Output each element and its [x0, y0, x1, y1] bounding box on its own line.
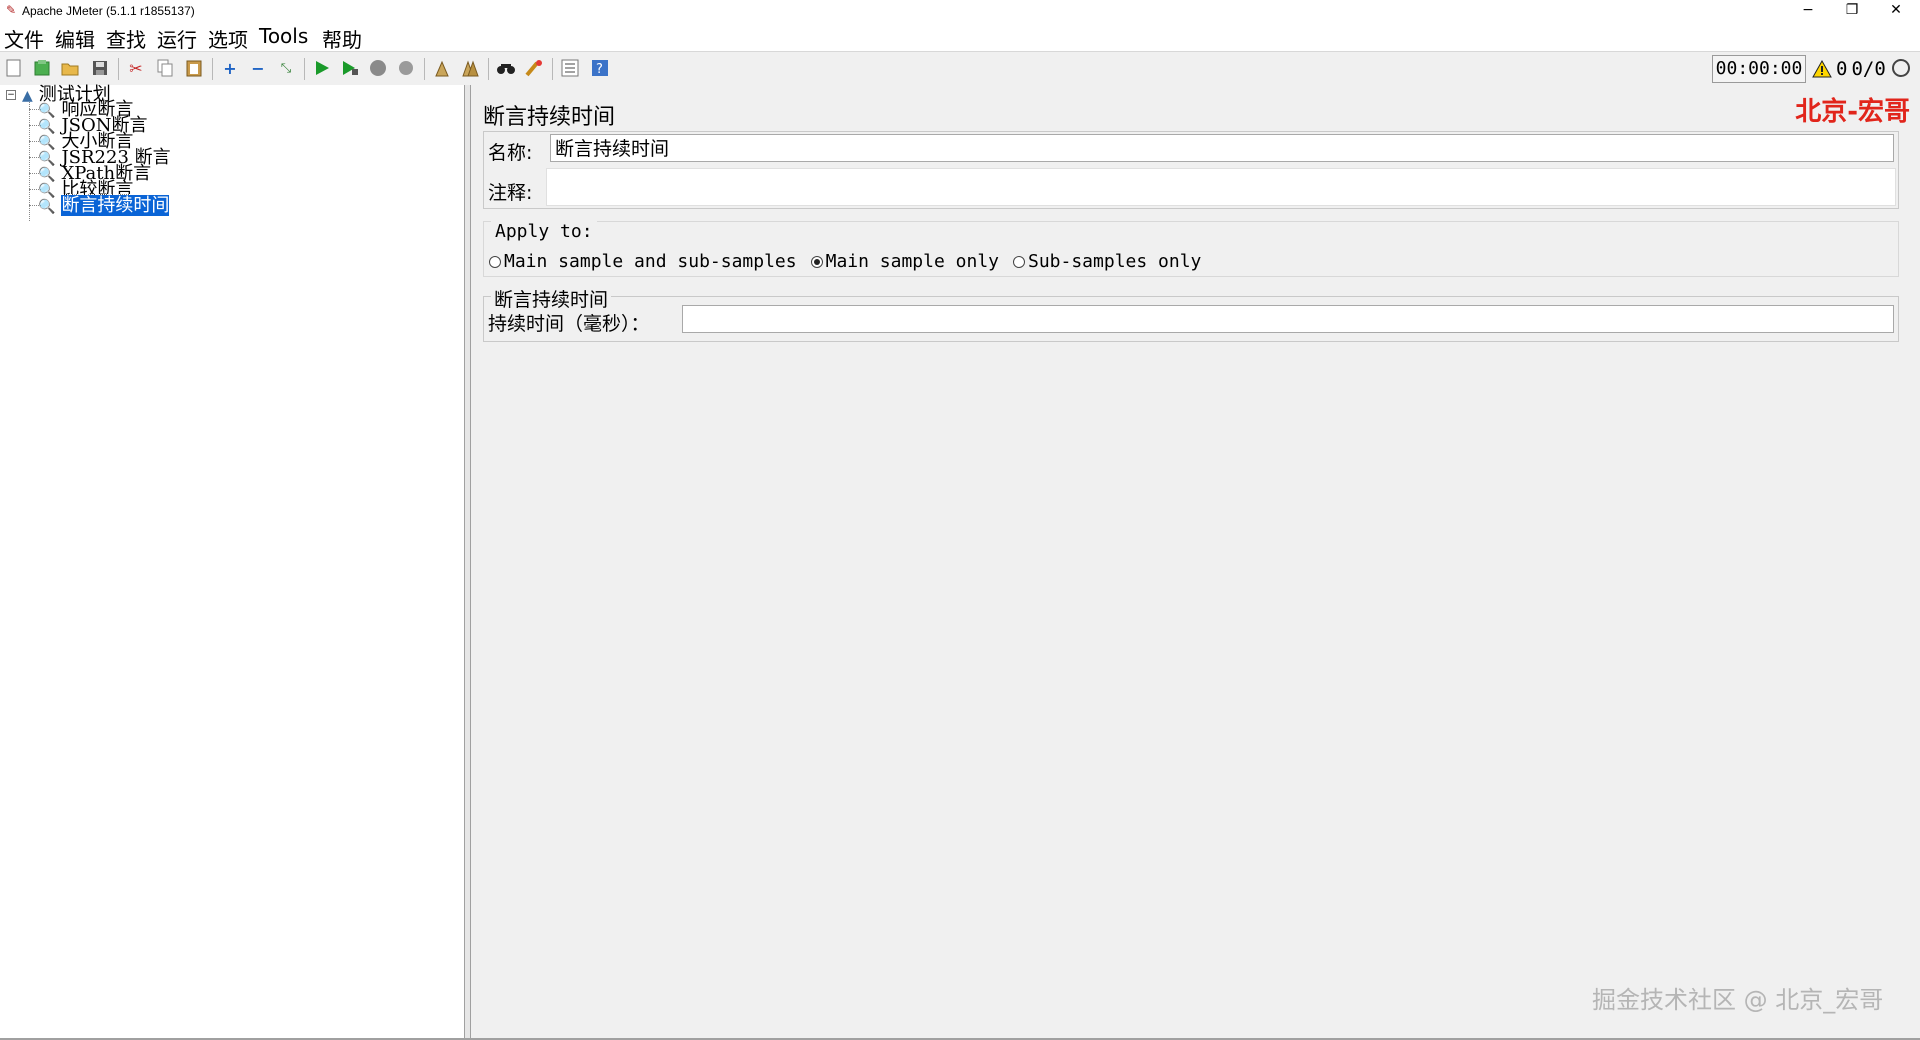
name-label: 名称: [488, 142, 533, 164]
magnifier-icon: 🔍 [38, 183, 56, 199]
duration-group: 持续时间（毫秒）： [483, 296, 1899, 342]
copy-icon[interactable] [155, 58, 175, 78]
reset-search-icon[interactable] [524, 58, 544, 78]
magnifier-icon: 🔍 [38, 135, 56, 151]
magnifier-icon: 🔍 [38, 167, 56, 183]
window-title: Apache JMeter (5.1.1 r1855137) [22, 4, 195, 18]
duration-label: 持续时间（毫秒）： [488, 313, 650, 335]
name-comment-group: 名称: 断言持续时间 注释: [483, 131, 1899, 209]
open-icon[interactable] [60, 58, 80, 78]
active-threads: 0/0 [1851, 58, 1886, 80]
magnifier-icon: 🔍 [38, 119, 56, 135]
menu-run[interactable]: 运行 [157, 24, 197, 53]
clear-icon[interactable] [432, 58, 452, 78]
start-icon[interactable] [312, 58, 332, 78]
menu-tools[interactable]: Tools [259, 24, 308, 48]
minimize-button[interactable]: − [1786, 0, 1830, 22]
paste-icon[interactable] [184, 58, 204, 78]
menu-bar: 文件 编辑 查找 运行 选项 Tools 帮助 [0, 22, 1920, 53]
cut-icon[interactable]: ✂ [126, 58, 146, 78]
collapse-icon[interactable]: − [248, 58, 268, 78]
radio-main-and-sub-label[interactable]: Main sample and sub-samples [504, 251, 797, 272]
apply-to-label: Apply to: [491, 221, 597, 242]
author-watermark: 北京-宏哥 [1795, 97, 1910, 127]
test-plan-icon: ▲ [22, 88, 33, 104]
expand-icon[interactable]: + [220, 58, 240, 78]
magnifier-icon: 🔍 [38, 151, 56, 167]
toggle-icon[interactable]: ⤡ [276, 58, 296, 78]
elapsed-timer: 00:00:00 [1712, 55, 1806, 83]
warning-indicator[interactable]: 0 0/0 [1812, 56, 1886, 82]
footer-watermark: 掘金技术社区 @ 北京_宏哥 [1592, 986, 1884, 1014]
comment-label: 注释: [488, 182, 533, 204]
collapse-toggle-icon[interactable]: − [6, 90, 16, 100]
menu-edit[interactable]: 编辑 [55, 24, 95, 53]
save-icon[interactable] [90, 58, 110, 78]
magnifier-icon: 🔍 [38, 199, 56, 215]
radio-main-only[interactable] [810, 255, 823, 268]
radio-sub-only[interactable] [1013, 255, 1025, 268]
menu-help[interactable]: 帮助 [322, 24, 362, 53]
title-bar: ✎ Apache JMeter (5.1.1 r1855137) − ❐ ✕ [0, 0, 1920, 22]
clear-all-icon[interactable] [460, 58, 480, 78]
jmeter-feather-icon: ✎ [6, 3, 17, 17]
page-title: 断言持续时间 [483, 105, 616, 130]
duration-section-title: 断言持续时间 [491, 285, 612, 312]
menu-options[interactable]: 选项 [208, 24, 248, 53]
radio-sub-only-label[interactable]: Sub-samples only [1028, 251, 1201, 272]
assertion-editor-panel: 断言持续时间 北京-宏哥 名称: 断言持续时间 注释: Apply to: Ma… [471, 85, 1920, 1040]
close-button[interactable]: ✕ [1874, 0, 1918, 22]
start-no-pause-icon[interactable] [340, 58, 360, 78]
test-plan-tree: − ▲ 测试计划 🔍 响应断言 🔍 JSON断言 🔍 大小断言 🔍 JSR223 断言 🔍 X… [0, 85, 465, 1040]
toolbar: ✂ + − ⤡ ? 00:00:00 0 0/0 [0, 51, 1920, 86]
menu-file[interactable]: 文件 [4, 24, 44, 53]
help-icon[interactable]: ? [590, 58, 610, 78]
templates-icon[interactable] [32, 58, 52, 78]
comment-field[interactable] [546, 168, 1896, 206]
svg-text:?: ? [596, 62, 603, 77]
apply-to-options: Main sample and sub-samples Main sample … [489, 251, 1215, 272]
new-icon[interactable] [4, 58, 24, 78]
duration-input[interactable] [682, 305, 1894, 333]
shutdown-icon[interactable] [396, 58, 416, 78]
radio-main-and-sub[interactable] [489, 255, 501, 268]
warning-count: 0 [1836, 58, 1848, 80]
gauge-icon[interactable] [1892, 59, 1910, 77]
stop-icon[interactable] [368, 58, 388, 78]
warning-icon [1812, 60, 1832, 78]
restore-button[interactable]: ❐ [1830, 0, 1874, 22]
tree-item-duration-assertion[interactable]: 🔍 断言持续时间 [38, 194, 171, 217]
name-field[interactable]: 断言持续时间 [550, 134, 1894, 162]
function-helper-icon[interactable] [560, 58, 580, 78]
menu-search[interactable]: 查找 [106, 24, 146, 53]
magnifier-icon: 🔍 [38, 103, 56, 119]
search-icon[interactable] [496, 58, 516, 78]
radio-main-only-label[interactable]: Main sample only [826, 251, 999, 272]
